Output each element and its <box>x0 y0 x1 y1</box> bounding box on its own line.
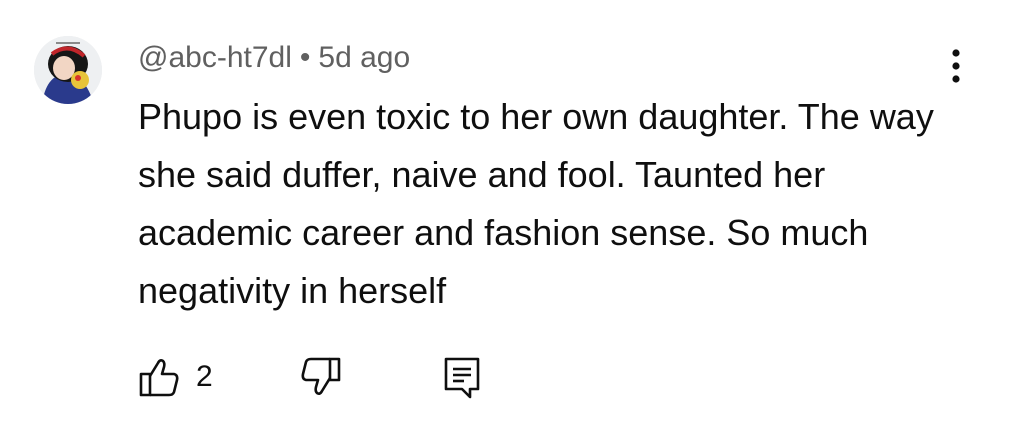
comment-text: Phupo is even toxic to her own daughter.… <box>138 96 934 311</box>
thumbs-down-icon <box>301 357 341 395</box>
more-vertical-icon <box>952 49 960 83</box>
like-count: 2 <box>196 360 213 393</box>
like-button[interactable]: 2 <box>138 355 213 399</box>
dislike-button[interactable] <box>298 355 342 399</box>
meta-separator: • <box>299 41 311 74</box>
reply-button[interactable] <box>440 355 484 399</box>
reply-comment-icon <box>444 357 480 399</box>
author-handle[interactable]: @abc-ht7dl <box>138 41 292 74</box>
thumbs-up-icon <box>139 359 179 397</box>
comment-timestamp[interactable]: 5d ago <box>318 41 410 74</box>
comment-meta: @abc-ht7dl • 5d ago <box>138 38 410 78</box>
comment-card: @abc-ht7dl • 5d ago Phupo is even toxic to… <box>0 0 1024 434</box>
more-options-button[interactable] <box>936 46 976 86</box>
avatar-illustration <box>34 36 102 104</box>
avatar[interactable] <box>34 36 102 104</box>
